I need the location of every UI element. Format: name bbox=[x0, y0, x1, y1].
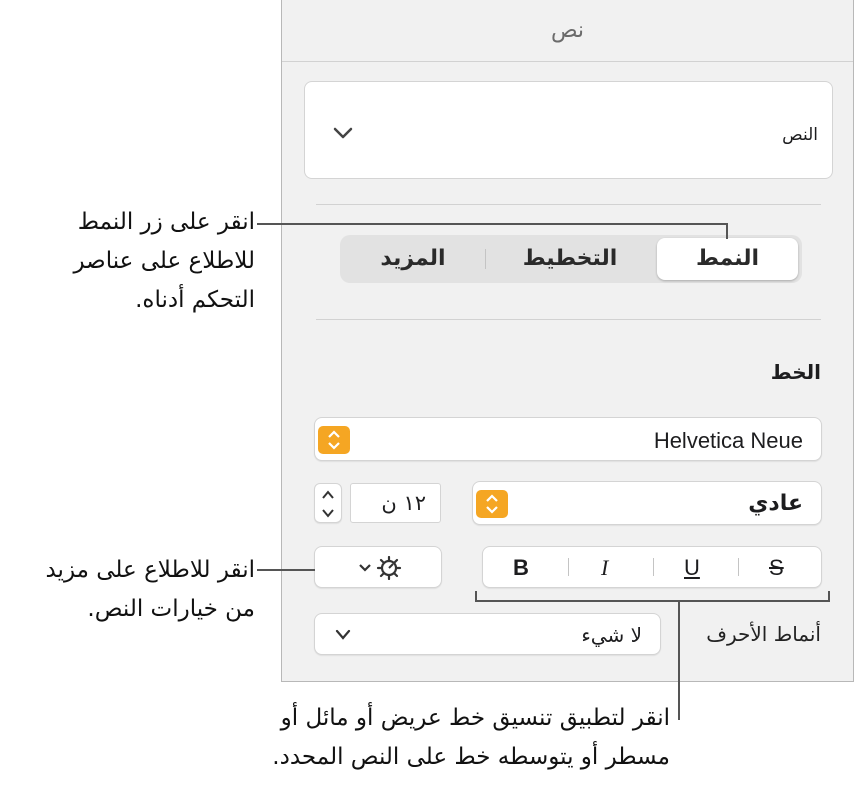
font-family-value: Helvetica Neue bbox=[653, 428, 803, 453]
tab-more[interactable]: المزيد bbox=[344, 235, 482, 283]
callout-line: للاطلاع على عناصر bbox=[73, 248, 255, 274]
callout-line: التحكم أدناه. bbox=[135, 287, 255, 313]
callout-more-options: انقر للاطلاع على مزيد من خيارات النص. bbox=[0, 551, 255, 629]
callout-line: انقر لتطبيق تنسيق خط عريض أو مائل أو bbox=[280, 705, 670, 731]
character-styles-label: أنماط الأحرف bbox=[706, 622, 821, 646]
callout-leader-line bbox=[257, 569, 315, 571]
callout-leader-line bbox=[678, 600, 680, 720]
stepper-icon bbox=[476, 490, 508, 518]
header-divider bbox=[282, 61, 853, 62]
character-styles-popup[interactable]: لا شيء bbox=[314, 613, 661, 655]
callout-line: من خيارات النص. bbox=[87, 596, 255, 622]
divider bbox=[316, 319, 821, 320]
tab-layout[interactable]: التخطيط bbox=[500, 235, 640, 283]
divider bbox=[316, 204, 821, 205]
chevron-down-icon bbox=[333, 127, 353, 139]
callout-format-buttons: انقر لتطبيق تنسيق خط عريض أو مائل أو مسط… bbox=[150, 699, 670, 777]
typeface-value: عادي bbox=[748, 491, 803, 516]
gear-icon bbox=[359, 556, 402, 580]
text-inspector-panel: نص النص النمط التخطيط المزيد الخط Helvet… bbox=[281, 0, 854, 682]
bold-button[interactable]: B bbox=[513, 555, 529, 581]
chevron-down-icon bbox=[335, 629, 351, 640]
text-options-button[interactable] bbox=[314, 546, 442, 588]
callout-style-button: انقر على زر النمط للاطلاع على عناصر التح… bbox=[0, 203, 255, 320]
italic-button[interactable]: I bbox=[601, 555, 608, 581]
callout-line: مسطر أو يتوسطه خط على النص المحدد. bbox=[272, 744, 670, 770]
paragraph-style-value: النص bbox=[782, 125, 818, 145]
font-size-value: ١٢ ن bbox=[381, 491, 426, 515]
font-size-stepper[interactable] bbox=[314, 483, 342, 523]
callout-line: انقر على زر النمط bbox=[77, 209, 255, 235]
font-section-title: الخط bbox=[770, 360, 821, 384]
divider bbox=[738, 558, 739, 576]
font-family-popup[interactable]: Helvetica Neue bbox=[314, 417, 822, 461]
callout-line: انقر للاطلاع على مزيد bbox=[45, 557, 255, 583]
format-buttons-group: B I U S bbox=[482, 546, 822, 588]
divider bbox=[653, 558, 654, 576]
tab-bar: النمط التخطيط المزيد bbox=[340, 235, 802, 283]
panel-title: نص bbox=[550, 18, 585, 43]
callout-leader-line bbox=[257, 223, 728, 225]
bracket-line bbox=[828, 591, 830, 602]
stepper-icon bbox=[318, 426, 350, 454]
tab-divider bbox=[485, 249, 486, 269]
bracket-line bbox=[475, 600, 830, 602]
tab-style[interactable]: النمط bbox=[657, 238, 798, 280]
stepper-arrows-icon bbox=[322, 490, 334, 518]
underline-button[interactable]: U bbox=[684, 555, 700, 581]
typeface-popup[interactable]: عادي bbox=[472, 481, 822, 525]
divider bbox=[568, 558, 569, 576]
bracket-line bbox=[475, 591, 477, 602]
callout-leader-line bbox=[726, 223, 728, 239]
paragraph-style-popup[interactable]: النص bbox=[304, 81, 833, 179]
character-styles-value: لا شيء bbox=[581, 623, 642, 647]
strikethrough-button[interactable]: S bbox=[769, 555, 784, 581]
font-size-field[interactable]: ١٢ ن bbox=[350, 483, 441, 523]
